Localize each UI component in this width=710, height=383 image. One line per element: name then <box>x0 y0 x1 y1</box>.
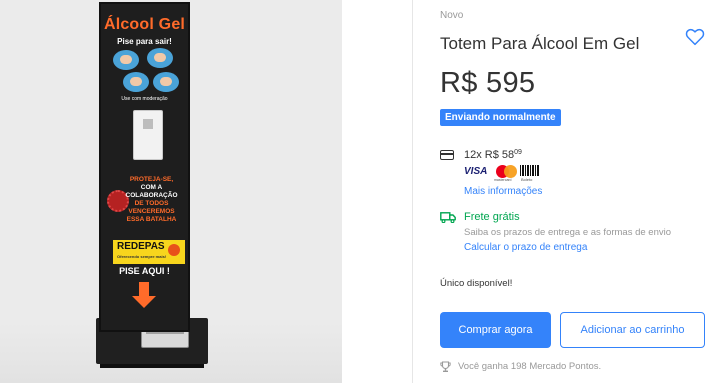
buy-now-button[interactable]: Comprar agora <box>440 312 551 348</box>
shipping-status-badge: Enviando normalmente <box>440 109 561 126</box>
hand-step-icon <box>113 50 139 70</box>
truck-icon <box>440 212 456 223</box>
totem-message: PROTEJA-SE, COM A COLABORAÇÃO DE TODOS V… <box>119 176 184 224</box>
brand-logo-icon <box>168 244 180 256</box>
totem-message-line: COM A COLABORAÇÃO <box>125 184 178 199</box>
totem-message-line: PROTEJA-SE, <box>129 176 174 183</box>
arrow-down-icon <box>132 282 156 308</box>
more-info-link[interactable]: Mais informações <box>464 186 542 197</box>
hand-step-icon <box>147 48 173 68</box>
trophy-icon <box>440 361 451 372</box>
totem-subtitle: Pise para sair! <box>117 37 172 46</box>
boleto-label: Boleto <box>521 177 533 182</box>
product-info-panel: Novo Totem Para Álcool Em Gel R$ 595 Env… <box>440 0 710 383</box>
brand-name: REDEPAS <box>117 241 165 252</box>
gel-dispenser <box>133 110 163 160</box>
hand-wash-steps <box>113 48 179 94</box>
totem-message-line: VENCEREMOS <box>128 208 175 215</box>
shipping-description: Saiba os prazos de entrega e as formas d… <box>464 227 672 238</box>
free-shipping-label: Frete grátis <box>464 211 520 223</box>
heart-icon[interactable] <box>685 28 705 46</box>
hand-step-icon <box>123 72 149 92</box>
payment-brands: VISA mastercard Boleto <box>464 164 564 182</box>
product-price: R$ 595 <box>440 67 536 99</box>
panel-divider <box>412 0 413 383</box>
product-title: Totem Para Álcool Em Gel <box>440 34 640 53</box>
installments-amount: 12x R$ 58 <box>464 149 515 161</box>
brand-logo: REDEPAS Oferecendo sempre mais! <box>113 240 185 264</box>
loyalty-points-text: Você ganha 198 Mercado Pontos. <box>458 361 602 372</box>
installments-cents: 09 <box>514 149 522 156</box>
totem-cta: PISE AQUI ! <box>119 266 170 276</box>
add-to-cart-button[interactable]: Adicionar ao carrinho <box>560 312 705 348</box>
totem-moderation-text: Use com moderação <box>121 96 168 102</box>
hand-step-icon <box>153 72 179 92</box>
mastercard-label: mastercard <box>494 178 512 182</box>
product-condition: Novo <box>440 10 464 21</box>
totem-message-line: ESSA BATALHA <box>126 216 177 223</box>
totem-panel: Álcool Gel Pise para sair! Use com moder… <box>99 2 190 332</box>
installments-text: 12x R$ 5809 <box>464 149 522 161</box>
barcode-icon <box>520 165 540 176</box>
credit-card-icon <box>440 150 454 160</box>
calculate-delivery-link[interactable]: Calcular o prazo de entrega <box>464 242 587 253</box>
visa-logo: VISA <box>464 166 488 177</box>
totem-message-line: DE TODOS <box>134 200 169 207</box>
mastercard-logo <box>496 165 518 178</box>
stock-status: Único disponível! <box>440 278 513 289</box>
totem-title: Álcool Gel <box>103 16 186 33</box>
product-image-gallery[interactable]: Álcool Gel Pise para sair! Use com moder… <box>0 0 342 383</box>
